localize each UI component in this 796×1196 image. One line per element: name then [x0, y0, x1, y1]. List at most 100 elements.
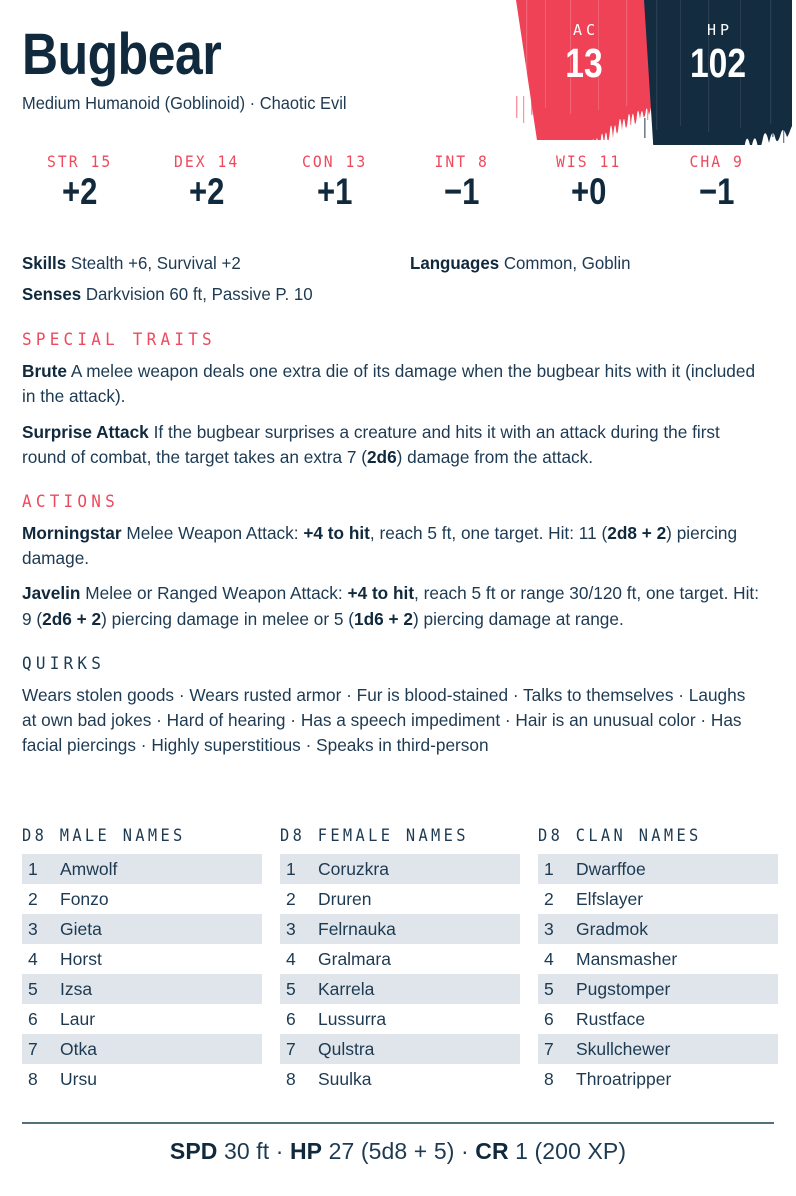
action-javelin-dice1: 2d6 + 2	[42, 608, 102, 629]
row-index: 5	[286, 978, 296, 999]
row-index: 8	[286, 1068, 296, 1089]
table-row[interactable]: 4 Gralmara	[280, 944, 520, 974]
title-block: Bugbear Medium Humanoid (Goblinoid) · Ch…	[22, 26, 367, 114]
hp-value: 102	[689, 40, 747, 86]
ability-int-modifier: −1	[443, 171, 480, 212]
ability-wis-modifier: +0	[571, 171, 607, 212]
footer-cr-label: CR	[475, 1138, 509, 1164]
ability-str-label: STR 15	[46, 152, 113, 171]
footer-separator-2: ·	[460, 1138, 476, 1164]
skills-column: Skills Stealth +6, Survival +2	[22, 250, 410, 277]
languages-line: Languages Common, Goblin	[410, 250, 761, 277]
row-value: Druren	[318, 888, 372, 909]
ability-cha-label: CHA 9	[689, 152, 744, 171]
table-row[interactable]: 4 Mansmasher	[538, 944, 778, 974]
action-morningstar-tohit: +4 to hit	[303, 523, 370, 543]
action-javelin-p3: ) piercing damage in melee or 5 (	[101, 608, 355, 629]
footer-separator-1: ·	[275, 1138, 290, 1164]
row-value: Elfslayer	[576, 888, 644, 909]
table-row[interactable]: 3 Gradmok	[538, 914, 778, 944]
table-row[interactable]: 7 Skullchewer	[538, 1034, 778, 1064]
male-names-heading: D8 MALE NAMES	[22, 826, 186, 845]
action-javelin-name: Javelin	[22, 583, 81, 604]
table-row[interactable]: 5 Karrela	[280, 974, 520, 1004]
row-value: Pugstomper	[576, 978, 671, 999]
table-row[interactable]: 6 Laur	[22, 1004, 262, 1034]
quirks-heading: QUIRKS	[22, 653, 106, 674]
row-value: Coruzkra	[318, 858, 389, 879]
row-value: Throatripper	[576, 1068, 672, 1089]
row-value: Karrela	[318, 978, 375, 999]
row-value: Amwolf	[60, 858, 118, 879]
row-value: Felrnauka	[318, 918, 396, 939]
hp-label: HP	[706, 21, 734, 39]
row-value: Ursu	[60, 1068, 97, 1089]
table-row[interactable]: 8 Suulka	[280, 1064, 520, 1094]
row-index: 6	[28, 1008, 38, 1029]
hp-swatch: HP 102	[640, 0, 796, 145]
table-row[interactable]: 8 Ursu	[22, 1064, 262, 1094]
row-value: Rustface	[576, 1008, 646, 1029]
senses-label: Senses	[22, 284, 82, 305]
row-index: 4	[286, 948, 296, 969]
table-row[interactable]: 1 Amwolf	[22, 854, 262, 884]
table-row[interactable]: 1 Coruzkra	[280, 854, 520, 884]
table-row[interactable]: 6 Lussurra	[280, 1004, 520, 1034]
ability-int: INT 8 −1	[398, 152, 525, 212]
table-row[interactable]: 3 Felrnauka	[280, 914, 520, 944]
row-index: 6	[544, 1008, 554, 1029]
name-tables: D8 MALE NAMES 1 Amwolf 2 Fonzo 3 Gieta 4 Hor…	[22, 826, 778, 1094]
languages-column: Languages Common, Goblin	[410, 250, 774, 277]
table-row[interactable]: 3 Gieta	[22, 914, 262, 944]
ac-label: AC	[572, 21, 600, 39]
table-row[interactable]: 6 Rustface	[538, 1004, 778, 1034]
row-value: Mansmasher	[576, 948, 678, 969]
row-index: 5	[544, 978, 554, 999]
row-index: 2	[28, 888, 38, 909]
ability-dex-modifier: +2	[189, 171, 225, 212]
page-title: Bugbear	[22, 22, 222, 87]
ability-int-label: INT 8	[434, 152, 489, 171]
table-row[interactable]: 7 Qulstra	[280, 1034, 520, 1064]
row-index: 3	[544, 918, 554, 939]
ability-str-modifier: +2	[61, 171, 98, 212]
action-javelin-tohit: +4 to hit	[347, 583, 415, 604]
ability-con-modifier: +1	[316, 171, 353, 212]
footer-divider	[22, 1122, 774, 1124]
ability-dex: DEX 14 +2	[143, 152, 270, 212]
table-row[interactable]: 7 Otka	[22, 1034, 262, 1064]
table-row[interactable]: 2 Elfslayer	[538, 884, 778, 914]
trait-brute-text: A melee weapon deals one extra die of it…	[22, 361, 756, 407]
row-value: Izsa	[60, 978, 93, 999]
female-names-table: D8 FEMALE NAMES 1 Coruzkra 2 Druren 3 Felrn…	[280, 826, 520, 1094]
row-value: Laur	[60, 1008, 96, 1029]
action-javelin-p4: ) piercing damage at range.	[412, 608, 624, 629]
actions-heading: ACTIONS	[22, 492, 119, 512]
trait-surprise-attack-name: Surprise Attack	[22, 421, 149, 442]
action-morningstar-name: Morningstar	[22, 523, 122, 543]
action-javelin-p1: Melee or Ranged Weapon Attack:	[80, 583, 348, 604]
senses-line: Senses Darkvision 60 ft, Passive P. 10	[22, 281, 748, 308]
row-index: 2	[544, 888, 554, 909]
row-index: 1	[544, 858, 554, 879]
action-javelin: Javelin Melee or Ranged Weapon Attack: +…	[22, 581, 763, 631]
skills-value: Stealth +6, Survival +2	[66, 253, 241, 273]
clan-names-table: D8 CLAN NAMES 1 Dwarffoe 2 Elfslayer 3 Grad…	[538, 826, 778, 1094]
table-row[interactable]: 4 Horst	[22, 944, 262, 974]
table-row[interactable]: 8 Throatripper	[538, 1064, 778, 1094]
table-row[interactable]: 5 Pugstomper	[538, 974, 778, 1004]
row-index: 1	[28, 858, 38, 879]
row-index: 7	[286, 1038, 296, 1059]
table-row[interactable]: 5 Izsa	[22, 974, 262, 1004]
female-names-heading: D8 FEMALE NAMES	[280, 826, 469, 845]
trait-brute-name: Brute	[22, 361, 68, 382]
action-morningstar: Morningstar Melee Weapon Attack: +4 to h…	[22, 521, 763, 571]
row-value: Skullchewer	[576, 1038, 671, 1059]
trait-surprise-attack-dice: 2d6	[366, 446, 397, 467]
row-index: 3	[28, 918, 38, 939]
table-row[interactable]: 2 Fonzo	[22, 884, 262, 914]
table-row[interactable]: 2 Druren	[280, 884, 520, 914]
table-row[interactable]: 1 Dwarffoe	[538, 854, 778, 884]
monster-subtitle: Medium Humanoid (Goblinoid) · Chaotic Ev…	[22, 93, 347, 113]
trait-surprise-attack-text-after: ) damage from the attack.	[396, 446, 594, 467]
